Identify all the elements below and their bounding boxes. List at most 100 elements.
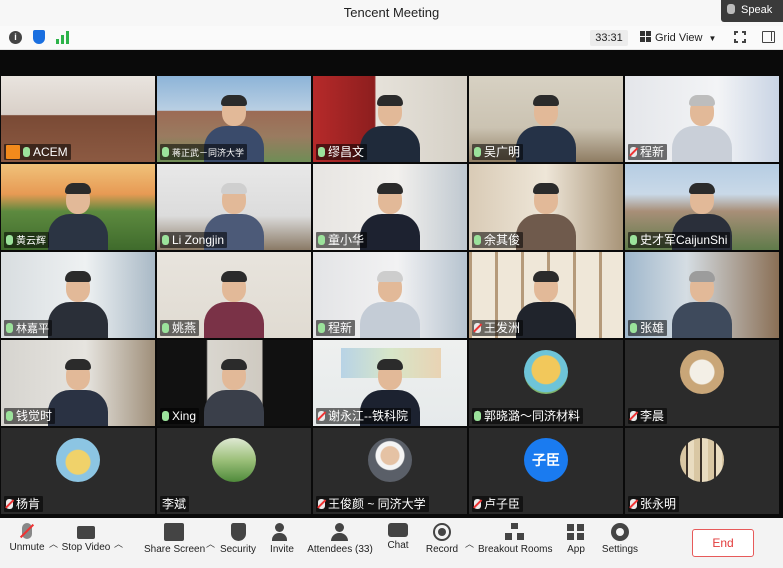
- participant-name: 吴广明: [472, 144, 524, 160]
- meeting-toolbar: Unmute ︿ Stop Video ︿ Share Screen ︿ Sec…: [0, 518, 783, 568]
- grid-view-selector[interactable]: Grid View ▼: [640, 29, 716, 47]
- video-tile[interactable]: 缪昌文: [313, 76, 467, 162]
- participant-video: [516, 180, 576, 250]
- info-icon[interactable]: i: [9, 31, 22, 44]
- video-tile[interactable]: 程新: [313, 252, 467, 338]
- mic-muted-icon: [474, 323, 481, 333]
- video-tile[interactable]: 王俊颜 ~ 同济大学: [313, 428, 467, 514]
- breakout-rooms-button[interactable]: Breakout Rooms: [478, 523, 552, 565]
- mic-icon: [162, 147, 169, 157]
- app-button[interactable]: App: [562, 523, 590, 565]
- signal-icon[interactable]: [56, 31, 70, 44]
- fullscreen-icon[interactable]: [733, 30, 747, 44]
- mic-icon: [727, 4, 735, 14]
- video-tile[interactable]: 郭晓潞～同济材料: [469, 340, 623, 426]
- participant-name-text: 缪昌文: [328, 145, 365, 159]
- participant-figure: [360, 302, 420, 338]
- mic-icon: [162, 235, 169, 245]
- video-tile[interactable]: 史才军CaijunShi: [625, 164, 779, 250]
- participant-name: 杨肯: [4, 496, 44, 512]
- participant-name-text: 谢永江--铁科院: [328, 409, 408, 423]
- participant-name-text: 姚燕: [172, 321, 197, 335]
- shield-icon[interactable]: [33, 30, 45, 44]
- video-tile[interactable]: ACEM: [1, 76, 155, 162]
- participant-name: Xing: [160, 408, 200, 424]
- audio-options-chevron[interactable]: ︿: [49, 537, 58, 550]
- video-tile[interactable]: 林嘉平: [1, 252, 155, 338]
- participant-figure: [689, 95, 715, 106]
- video-tile[interactable]: 子臣 卢子臣: [469, 428, 623, 514]
- participant-name-text: 童小华: [328, 233, 365, 247]
- video-tile[interactable]: 程新: [625, 76, 779, 162]
- participant-figure: [221, 359, 247, 370]
- participant-figure: [377, 359, 403, 370]
- video-tile[interactable]: 王发洲: [469, 252, 623, 338]
- unmute-button[interactable]: Unmute: [7, 523, 47, 565]
- title-bar: Tencent Meeting Speak: [0, 0, 783, 26]
- participant-figure: [204, 390, 264, 426]
- video-tile[interactable]: 张永明: [625, 428, 779, 514]
- share-screen-button[interactable]: Share Screen: [144, 523, 205, 565]
- mic-icon: [318, 147, 325, 157]
- video-tile[interactable]: 蒋正武－同济大学: [157, 76, 311, 162]
- participant-figure: [65, 183, 91, 194]
- participant-name: 史才军CaijunShi: [628, 232, 731, 248]
- video-tile[interactable]: 钱觉时: [1, 340, 155, 426]
- app-grid-icon: [566, 523, 586, 541]
- mic-icon: [162, 411, 169, 421]
- attendees-button[interactable]: Attendees (33): [306, 523, 374, 565]
- participant-name-text: 王俊颜 ~ 同济大学: [328, 497, 426, 511]
- security-button[interactable]: Security: [218, 523, 258, 565]
- participant-name: 童小华: [316, 232, 368, 248]
- mic-muted-icon: [6, 499, 13, 509]
- participant-figure: [48, 302, 108, 338]
- share-options-chevron[interactable]: ︿: [206, 537, 215, 550]
- participant-figure: [360, 214, 420, 250]
- participant-name: 张雄: [628, 320, 668, 336]
- video-tile[interactable]: 谢永江--铁科院: [313, 340, 467, 426]
- participant-name: 李晨: [628, 408, 668, 424]
- participant-name: 林嘉平: [4, 320, 52, 336]
- invite-button[interactable]: Invite: [265, 523, 299, 565]
- mic-icon: [6, 411, 13, 421]
- participant-name-text: 蒋正武－同济大学: [172, 148, 245, 158]
- host-icon: [6, 145, 20, 159]
- video-tile[interactable]: 李晨: [625, 340, 779, 426]
- participant-figure: [672, 302, 732, 338]
- video-tile[interactable]: 张雄: [625, 252, 779, 338]
- stop-video-button[interactable]: Stop Video: [60, 523, 112, 565]
- mic-muted-icon: [318, 411, 325, 421]
- video-tile[interactable]: Xing: [157, 340, 311, 426]
- record-button[interactable]: Record: [425, 523, 459, 565]
- video-tile[interactable]: 黄云辉: [1, 164, 155, 250]
- participant-figure: [516, 302, 576, 338]
- video-tile[interactable]: Li Zongjin: [157, 164, 311, 250]
- mic-icon: [6, 323, 13, 333]
- participant-name: 李斌: [160, 496, 190, 512]
- video-tile[interactable]: 李斌: [157, 428, 311, 514]
- grid-view-label: Grid View: [655, 32, 703, 44]
- video-options-chevron[interactable]: ︿: [114, 537, 123, 550]
- mic-icon: [630, 235, 637, 245]
- participant-name-text: 史才军CaijunShi: [640, 233, 728, 247]
- mic-icon: [162, 323, 169, 333]
- settings-button[interactable]: Settings: [600, 523, 640, 565]
- participant-figure: [221, 95, 247, 106]
- video-tile[interactable]: 杨肯: [1, 428, 155, 514]
- participant-figure: [221, 271, 247, 282]
- participant-name: 程新: [316, 320, 356, 336]
- chat-icon: [388, 523, 408, 537]
- participant-video: [360, 92, 420, 162]
- mic-icon: [474, 147, 481, 157]
- video-tile[interactable]: 姚燕: [157, 252, 311, 338]
- participant-figure: [377, 271, 403, 282]
- sidebar-toggle-icon[interactable]: [762, 31, 775, 43]
- participant-figure: [533, 183, 559, 194]
- mic-icon: [318, 235, 325, 245]
- record-options-chevron[interactable]: ︿: [465, 537, 474, 550]
- video-tile[interactable]: 童小华: [313, 164, 467, 250]
- end-meeting-button[interactable]: End: [692, 529, 754, 557]
- video-tile[interactable]: 吴广明: [469, 76, 623, 162]
- video-tile[interactable]: 余其俊: [469, 164, 623, 250]
- chat-button[interactable]: Chat: [384, 523, 412, 565]
